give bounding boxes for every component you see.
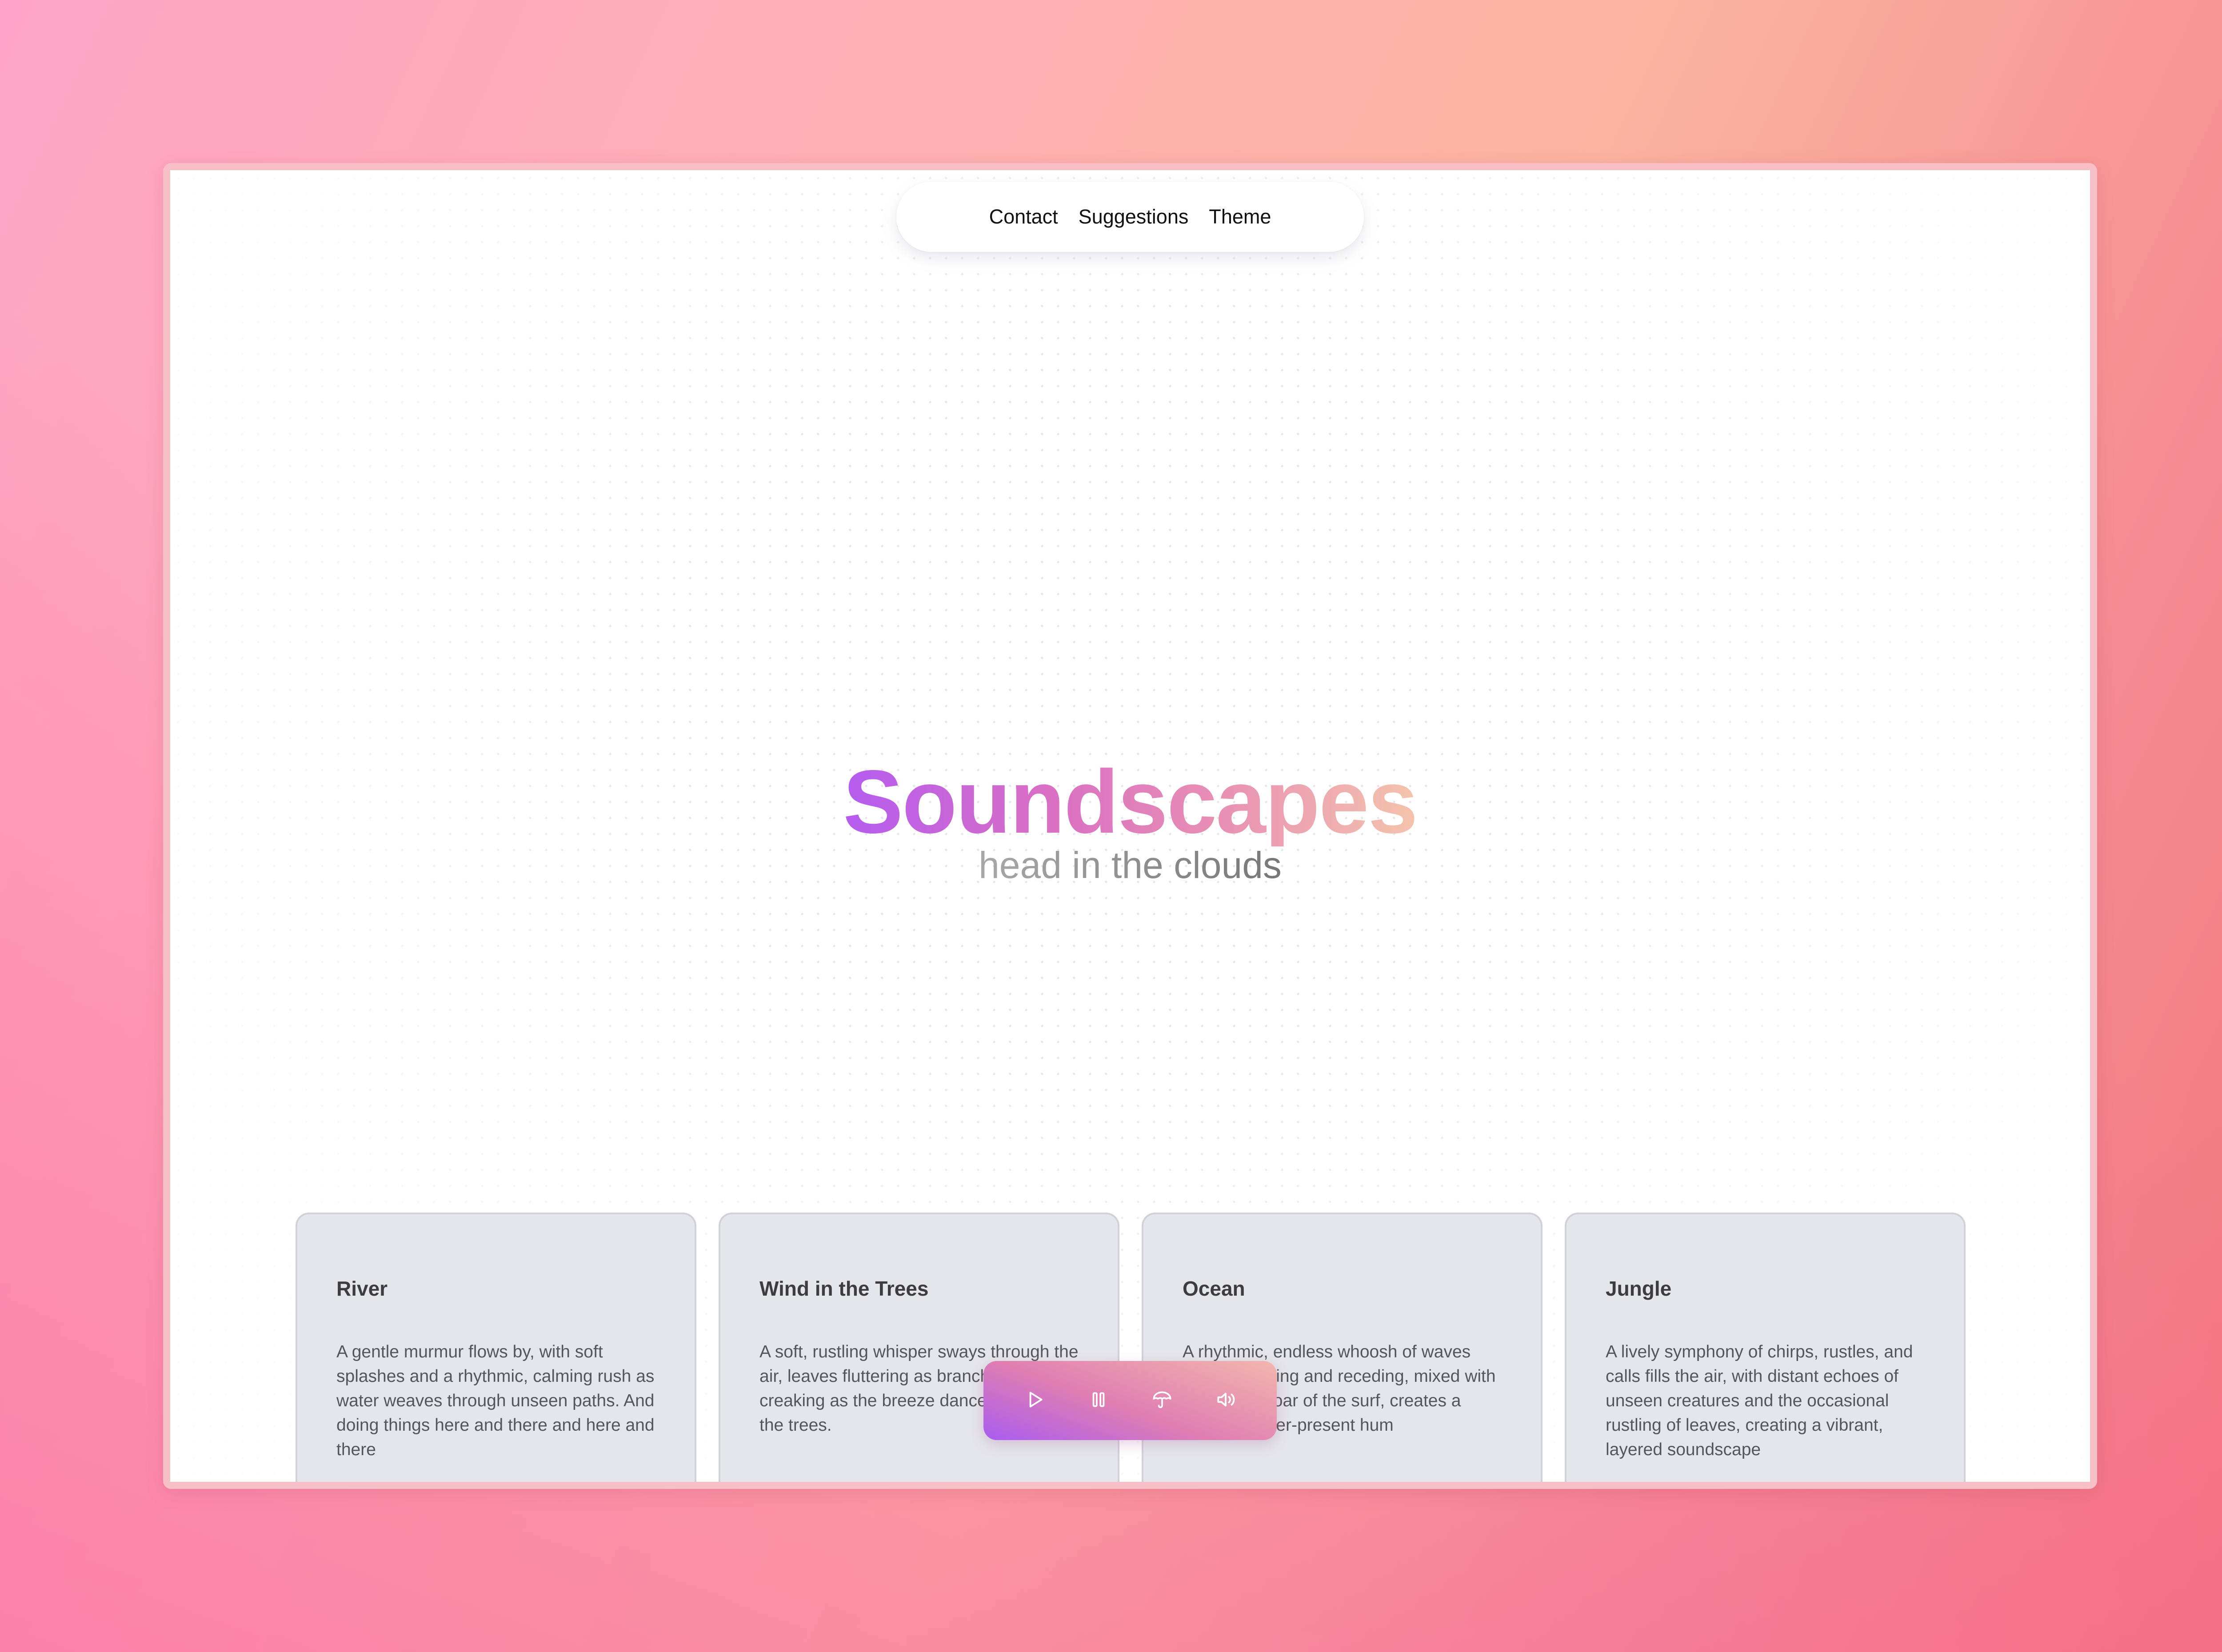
nav-contact-link[interactable]: Contact xyxy=(989,205,1058,228)
card-title: Jungle xyxy=(1606,1277,1672,1300)
card-description: A gentle murmur flows by, with soft spla… xyxy=(336,1342,655,1459)
top-nav: Contact Suggestions Theme xyxy=(896,182,1364,252)
browser-window: Contact Suggestions Theme Soundscapes he… xyxy=(163,163,2097,1489)
card-title: Ocean xyxy=(1183,1277,1245,1300)
pause-button[interactable] xyxy=(1077,1379,1120,1422)
umbrella-button[interactable] xyxy=(1141,1379,1183,1422)
card-jungle[interactable]: Jungle A lively symphony of chirps, rust… xyxy=(1565,1213,1966,1482)
play-button[interactable] xyxy=(1014,1379,1056,1422)
volume-button[interactable] xyxy=(1204,1379,1247,1422)
card-river[interactable]: River A gentle murmur flows by, with sof… xyxy=(296,1213,696,1482)
audio-player xyxy=(983,1361,1277,1440)
card-title: Wind in the Trees xyxy=(759,1277,929,1300)
pause-icon xyxy=(1087,1389,1110,1413)
card-wind-in-the-trees[interactable]: Wind in the Trees A soft, rustling whisp… xyxy=(719,1213,1119,1482)
hero-title: Soundscapes xyxy=(843,751,1418,852)
umbrella-icon xyxy=(1151,1389,1173,1413)
nav-theme-link[interactable]: Theme xyxy=(1209,205,1271,228)
card-title: River xyxy=(336,1277,388,1300)
nav-suggestions-link[interactable]: Suggestions xyxy=(1079,205,1189,228)
volume-icon xyxy=(1215,1389,1237,1413)
card-description: A lively symphony of chirps, rustles, an… xyxy=(1606,1342,1913,1459)
page-canvas: Contact Suggestions Theme Soundscapes he… xyxy=(170,170,2090,1482)
hero: Soundscapes head in the clouds xyxy=(170,757,2090,886)
play-icon xyxy=(1024,1389,1046,1413)
card-ocean[interactable]: Ocean A rhythmic, endless whoosh of wave… xyxy=(1142,1213,1543,1482)
hero-subtitle: head in the clouds xyxy=(979,844,1282,886)
